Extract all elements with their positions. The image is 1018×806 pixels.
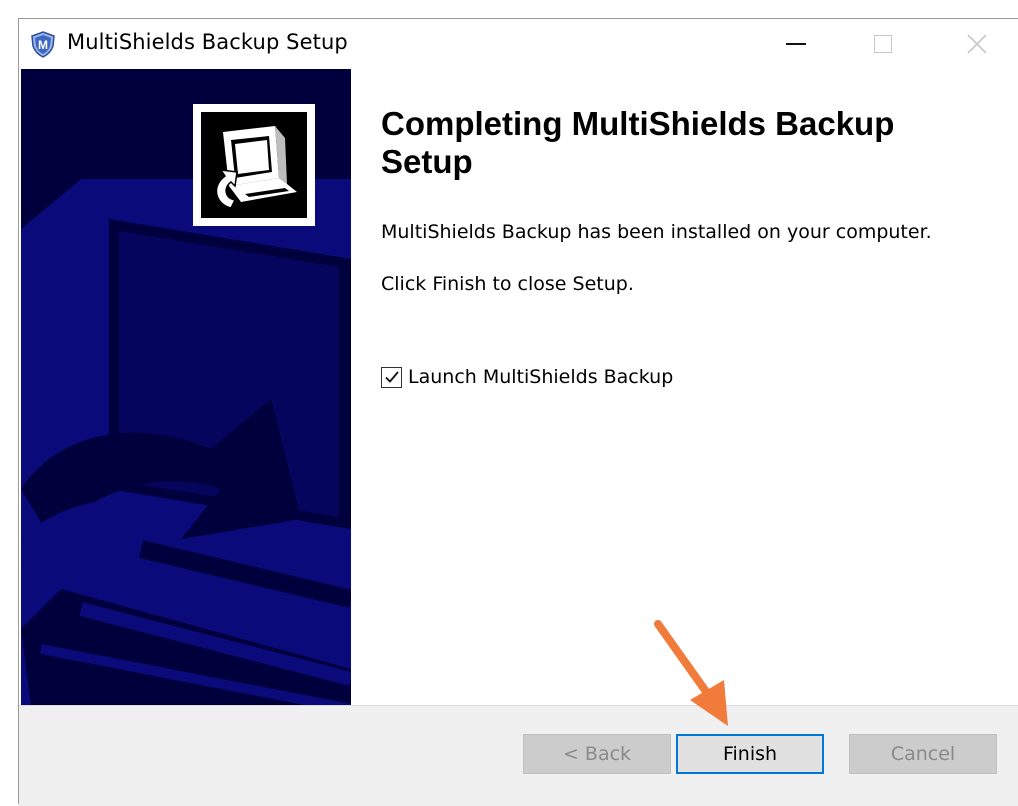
installer-window: M MultiShields Backup Setup Completing M… (18, 18, 1018, 806)
computer-install-icon (215, 126, 297, 209)
install-complete-message: MultiShields Backup has been installed o… (381, 221, 932, 243)
finish-instruction: Click Finish to close Setup. (381, 273, 634, 295)
wizard-sidebar-image (21, 69, 351, 706)
window-title: MultiShields Backup Setup (67, 30, 348, 54)
launch-option[interactable]: Launch MultiShields Backup (381, 366, 673, 388)
svg-text:M: M (38, 38, 48, 52)
shield-m-icon: M (31, 31, 55, 58)
checkmark-icon (384, 371, 399, 383)
maximize-icon (874, 35, 892, 53)
back-button[interactable]: < Back (523, 734, 671, 774)
title-bar[interactable]: M MultiShields Backup Setup (19, 19, 1018, 69)
maximize-button[interactable] (853, 19, 913, 69)
minimize-button[interactable] (766, 19, 826, 69)
installer-logo-frame (193, 104, 315, 226)
minimize-icon (786, 43, 806, 45)
cancel-button[interactable]: Cancel (849, 734, 997, 774)
wizard-footer: < Back Finish Cancel (19, 705, 1018, 806)
launch-checkbox[interactable] (381, 366, 402, 388)
wizard-content: Completing MultiShields Backup Setup Mul… (351, 69, 1017, 706)
launch-checkbox-label[interactable]: Launch MultiShields Backup (408, 366, 673, 388)
finish-button[interactable]: Finish (676, 734, 824, 774)
page-title: Completing MultiShields Backup Setup (381, 105, 895, 180)
close-button[interactable] (947, 19, 1007, 69)
close-icon (967, 34, 987, 54)
